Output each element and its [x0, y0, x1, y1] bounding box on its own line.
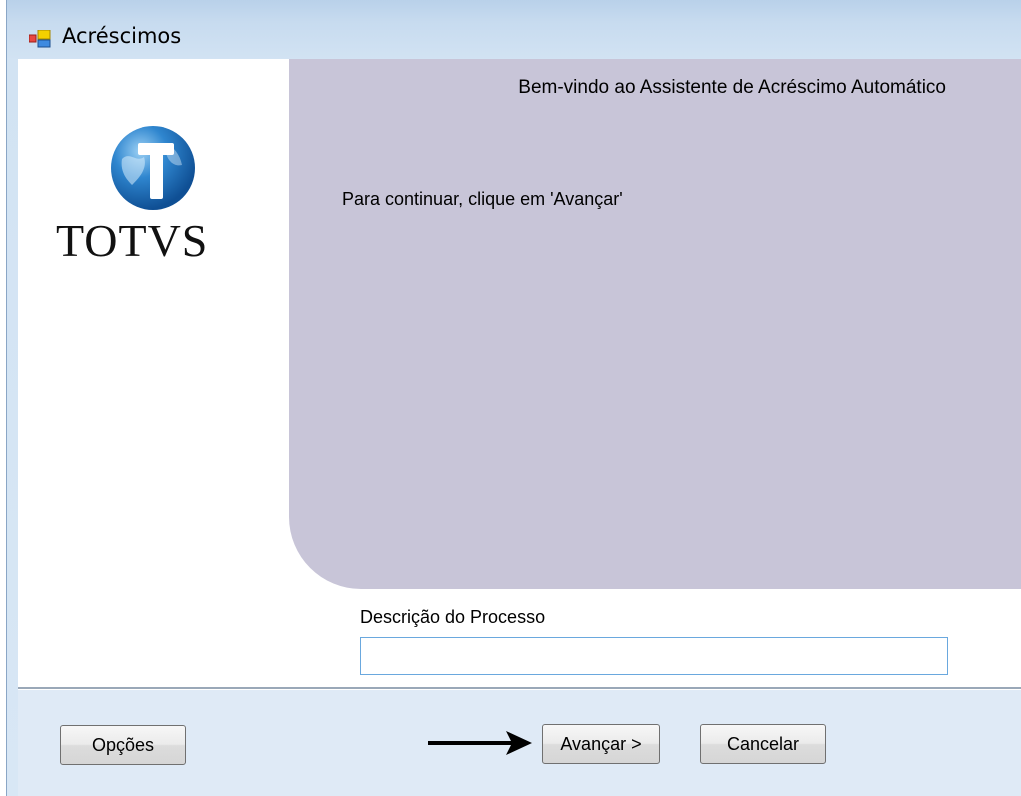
title-bar: Acréscimos [7, 0, 1021, 58]
wizard-client-area: TOTVS Bem-vindo ao Assistente de Acrésci… [18, 59, 1021, 796]
options-button[interactable]: Opções [60, 725, 186, 765]
process-description-input[interactable] [360, 637, 948, 675]
wizard-content-panel: Bem-vindo ao Assistente de Acréscimo Aut… [289, 59, 1021, 589]
totvs-globe-logo-icon [108, 123, 198, 213]
cancel-button[interactable]: Cancelar [700, 724, 826, 764]
app-window-icon [28, 29, 51, 48]
wizard-window: Acréscimos TOTVS Bem-vindo ao Assistente… [6, 0, 1021, 796]
process-description-label: Descrição do Processo [360, 607, 546, 627]
button-bar: Opções Avançar > Cancelar [18, 690, 1021, 796]
brand-name: TOTVS [56, 215, 209, 266]
window-title: Acréscimos [62, 24, 182, 48]
next-button[interactable]: Avançar > [542, 724, 660, 764]
brand-panel: TOTVS [18, 59, 289, 689]
welcome-title: Bem-vindo ao Assistente de Acréscimo Aut… [518, 77, 946, 98]
right-arrow-icon [426, 728, 536, 758]
instruction-text: Para continuar, clique em 'Avançar' [342, 189, 623, 209]
